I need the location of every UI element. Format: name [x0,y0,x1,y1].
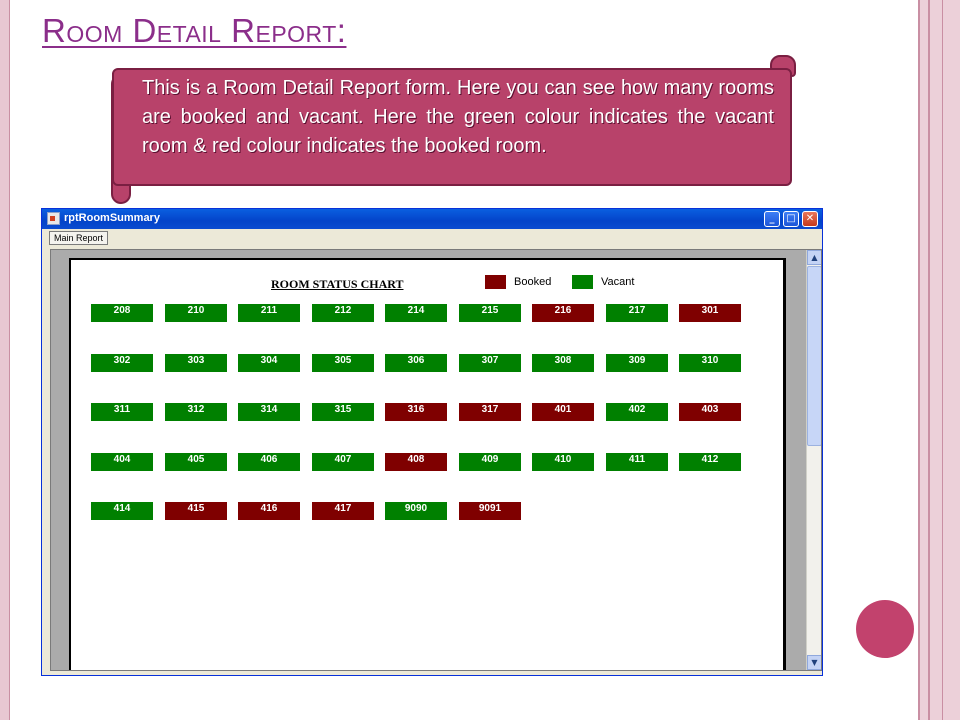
room-cell-304: 304 [238,354,300,372]
maximize-icon: □ [786,213,796,224]
room-cell-316: 316 [385,403,447,421]
room-cell-301: 301 [679,304,741,322]
scroll-down-button[interactable]: ▼ [807,655,821,670]
room-cell-417: 417 [312,502,374,520]
room-cell-407: 407 [312,453,374,471]
close-button[interactable]: ✕ [802,211,818,227]
room-cell-416: 416 [238,502,300,520]
slide-right-border-line [942,0,943,720]
room-cell-9091: 9091 [459,502,521,520]
slide-left-border [0,0,9,720]
callout-text: This is a Room Detail Report form. Here … [142,77,774,157]
scroll-thumb[interactable] [807,266,821,446]
report-title: ROOM STATUS CHART [271,277,404,291]
room-cell-208: 208 [91,304,153,322]
room-cell-405: 405 [165,453,227,471]
room-cell-306: 306 [385,354,447,372]
room-cell-401: 401 [532,403,594,421]
room-cell-9090: 9090 [385,502,447,520]
room-cell-214: 214 [385,304,447,322]
room-cell-403: 403 [679,403,741,421]
report-page: ROOM STATUS CHART Booked Vacant 208 210 21… [69,258,786,670]
chevron-up-icon: ▲ [811,253,818,262]
report-window: rptRoomSummary _ □ ✕ Main Report ROOM ST… [41,208,823,676]
room-cell-307: 307 [459,354,521,372]
app-icon [47,212,60,225]
room-cell-216: 216 [532,304,594,322]
room-cell-312: 312 [165,403,227,421]
room-cell-212: 212 [312,304,374,322]
legend-label-vacant: Vacant [601,276,635,288]
room-cell-402: 402 [606,403,668,421]
room-cell-411: 411 [606,453,668,471]
room-cell-303: 303 [165,354,227,372]
minimize-icon: _ [769,213,775,224]
room-cell-317: 317 [459,403,521,421]
minimize-button[interactable]: _ [764,211,780,227]
slide-right-border-line [918,0,920,720]
room-cell-408: 408 [385,453,447,471]
slide-title: Room Detail Report: [42,12,347,49]
room-cell-217: 217 [606,304,668,322]
room-cell-309: 309 [606,354,668,372]
main-report-button[interactable]: Main Report [49,231,109,245]
room-cell-406: 406 [238,453,300,471]
room-cell-210: 210 [165,304,227,322]
room-cell-211: 211 [238,304,300,322]
window-title-bar[interactable]: rptRoomSummary _ □ ✕ [42,209,822,229]
vertical-scrollbar[interactable]: ▲ ▼ [806,250,821,670]
room-cell-215: 215 [459,304,521,322]
room-cell-409: 409 [459,453,521,471]
room-cell-315: 315 [312,403,374,421]
slide-left-border-line [9,0,10,720]
room-cell-308: 308 [532,354,594,372]
window-toolbar: Main Report [42,229,822,247]
legend-swatch-vacant [572,275,593,289]
room-cell-410: 410 [532,453,594,471]
legend-swatch-booked [485,275,506,289]
slide-right-border-line [928,0,930,720]
maximize-button[interactable]: □ [783,211,799,227]
legend-label-booked: Booked [514,276,552,288]
room-cell-305: 305 [312,354,374,372]
report-viewport: ROOM STATUS CHART Booked Vacant 208 210 21… [50,249,822,671]
window-title: rptRoomSummary [64,212,160,224]
room-cell-314: 314 [238,403,300,421]
room-cell-311: 311 [91,403,153,421]
room-cell-302: 302 [91,354,153,372]
chevron-down-icon: ▼ [811,658,818,667]
room-cell-415: 415 [165,502,227,520]
callout-banner: This is a Room Detail Report form. Here … [112,68,792,186]
room-cell-412: 412 [679,453,741,471]
room-cell-404: 404 [91,453,153,471]
slide-right-border [918,0,960,720]
decorative-circle [856,600,914,658]
close-icon: ✕ [805,213,815,224]
scroll-up-button[interactable]: ▲ [807,250,821,265]
room-cell-414: 414 [91,502,153,520]
room-cell-310: 310 [679,354,741,372]
